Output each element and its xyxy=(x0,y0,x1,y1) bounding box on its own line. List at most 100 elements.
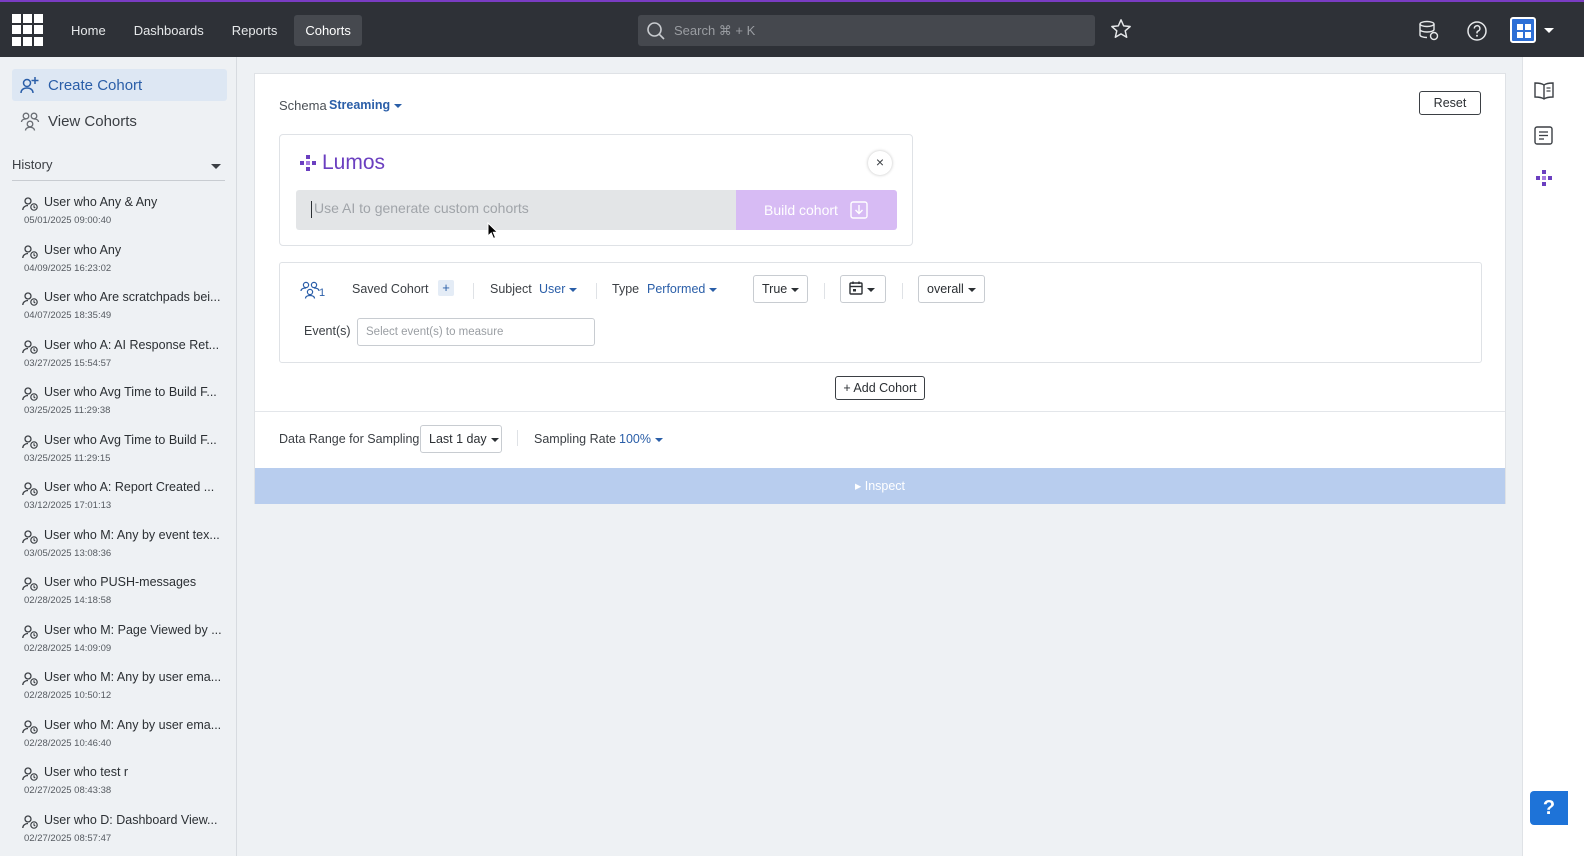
help-icon[interactable] xyxy=(1466,20,1488,42)
history-item[interactable]: User who M: Any by user ema... 02/28/2025… xyxy=(22,670,222,718)
notes-icon[interactable] xyxy=(1533,125,1555,147)
nav-reports[interactable]: Reports xyxy=(221,15,289,46)
user-history-icon xyxy=(22,577,38,591)
calendar-icon xyxy=(849,281,863,295)
top-bar: Home Dashboards Reports Cohorts Search ⌘… xyxy=(0,0,1584,57)
users-group-icon xyxy=(20,112,40,131)
schema-label: Schema xyxy=(279,98,327,113)
book-icon[interactable] xyxy=(1533,81,1555,101)
search-icon xyxy=(647,22,665,40)
star-icon[interactable] xyxy=(1110,18,1132,40)
nav-cohorts[interactable]: Cohorts xyxy=(294,15,362,46)
ai-prompt-input[interactable]: Use AI to generate custom cohorts xyxy=(296,190,736,230)
history-item[interactable]: User who Are scratchpads bei... 04/07/202… xyxy=(22,290,222,338)
sampling-range-dropdown[interactable]: Last 1 day xyxy=(420,425,502,453)
subject-dropdown[interactable]: User xyxy=(539,282,578,296)
history-item[interactable]: User who PUSH-messages 02/28/2025 14:18:5… xyxy=(22,575,222,623)
reset-button[interactable]: Reset xyxy=(1419,91,1481,115)
events-select[interactable]: Select event(s) to measure xyxy=(357,318,595,346)
history-header[interactable]: History xyxy=(12,157,225,181)
add-saved-cohort-button[interactable]: + xyxy=(438,280,454,296)
lumos-logo-icon xyxy=(300,155,316,171)
history-item[interactable]: User who Any 04/09/2025 16:23:02 xyxy=(22,243,222,291)
caret-down-icon xyxy=(791,287,800,292)
cohort-count: 1 xyxy=(319,287,326,299)
user-history-icon xyxy=(22,197,38,211)
history-item-title: User who test r xyxy=(44,765,129,779)
history-item-date: 03/12/2025 17:01:13 xyxy=(24,500,112,511)
caret-down-icon xyxy=(967,287,976,292)
history-item-title: User who Avg Time to Build F... xyxy=(44,432,217,447)
database-settings-icon[interactable] xyxy=(1418,20,1440,42)
history-item[interactable]: User who A: Report Created ... 03/12/2025… xyxy=(22,480,222,528)
history-item-title: User who D: Dashboard View... xyxy=(44,812,218,827)
history-item[interactable]: User who M: Any by user ema... 02/28/2025… xyxy=(22,718,222,766)
history-label: History xyxy=(12,157,53,172)
add-user-icon xyxy=(20,77,39,94)
user-history-icon xyxy=(22,339,38,354)
history-item-title: User who A: Report Created ... xyxy=(44,480,215,494)
chevron-down-icon[interactable] xyxy=(1544,28,1554,33)
user-history-icon xyxy=(22,482,38,496)
divider xyxy=(596,283,597,299)
subject-label: Subject xyxy=(490,282,532,296)
lumos-icon[interactable] xyxy=(1536,170,1552,186)
history-item-date: 02/27/2025 08:57:47 xyxy=(24,832,112,844)
schema-dropdown[interactable]: Streaming xyxy=(329,98,403,112)
help-button[interactable]: ? xyxy=(1530,791,1568,825)
inspect-button[interactable]: ▸ Inspect xyxy=(255,468,1505,504)
history-item-date: 05/01/2025 09:00:40 xyxy=(24,215,112,226)
history-item[interactable]: User who M: Page Viewed by ... 02/28/2025… xyxy=(22,623,222,671)
type-dropdown[interactable]: Performed xyxy=(647,282,718,296)
history-item[interactable]: User who A: AI Response Ret... 03/27/2025… xyxy=(22,338,222,386)
create-cohort-button[interactable]: Create Cohort xyxy=(12,69,227,101)
view-cohorts-label: View Cohorts xyxy=(48,112,137,130)
chevron-down-icon xyxy=(211,164,221,169)
right-rail xyxy=(1522,57,1584,856)
history-item[interactable]: User who D: Dashboard View... 02/27/2025 … xyxy=(22,813,222,856)
cohort-users-icon xyxy=(300,281,320,299)
nav-dashboards[interactable]: Dashboards xyxy=(123,15,215,46)
add-cohort-button[interactable]: + Add Cohort xyxy=(835,376,925,400)
history-item-date: 03/25/2025 11:29:38 xyxy=(24,405,111,416)
search-input[interactable]: Search ⌘ + K xyxy=(638,15,1095,46)
history-list: User who Any & Any 05/01/2025 09:00:40 Use… xyxy=(22,195,222,856)
history-item-title: User who Any xyxy=(44,242,122,257)
history-item[interactable]: User who Avg Time to Build F... 03/25/202… xyxy=(22,433,222,481)
sampling-rate-dropdown[interactable]: 100% xyxy=(619,432,663,446)
history-item-date: 03/27/2025 15:54:57 xyxy=(24,357,112,369)
sidebar: Create Cohort View Cohorts History User … xyxy=(0,57,237,856)
sampling-rate-value: 100% xyxy=(619,432,651,446)
user-history-icon xyxy=(22,387,38,401)
truth-dropdown[interactable]: True xyxy=(753,275,809,303)
caret-down-icon xyxy=(867,287,875,292)
subject-value: User xyxy=(539,282,566,296)
aggregation-dropdown[interactable]: overall xyxy=(918,275,985,303)
user-history-icon xyxy=(22,672,38,686)
date-range-dropdown[interactable] xyxy=(840,275,886,303)
section-divider xyxy=(255,411,1505,412)
close-icon[interactable]: × xyxy=(868,151,892,175)
sampling-range-label: Data Range for Sampling xyxy=(279,432,420,446)
ai-prompt-placeholder: Use AI to generate custom cohorts xyxy=(314,200,529,216)
caret-down-icon xyxy=(709,287,718,292)
history-item[interactable]: User who Any & Any 05/01/2025 09:00:40 xyxy=(22,195,222,243)
build-cohort-button[interactable]: Build cohort xyxy=(736,190,897,230)
truth-value: True xyxy=(762,282,788,296)
history-item[interactable]: User who Avg Time to Build F... 03/25/202… xyxy=(22,385,222,433)
view-cohorts-button[interactable]: View Cohorts xyxy=(12,105,227,137)
history-item-title: User who Are scratchpads bei... xyxy=(44,290,221,304)
history-item-date: 04/09/2025 16:23:02 xyxy=(24,262,112,274)
caret-down-icon xyxy=(490,437,499,442)
create-cohort-label: Create Cohort xyxy=(48,76,143,94)
nav-home[interactable]: Home xyxy=(60,15,117,46)
sampling-range-value: Last 1 day xyxy=(429,432,487,446)
user-history-icon xyxy=(22,529,38,544)
history-item[interactable]: User who test r 02/27/2025 08:43:38 xyxy=(22,765,222,813)
history-item[interactable]: User who M: Any by event tex... 03/05/202… xyxy=(22,528,222,576)
app-launcher-icon[interactable] xyxy=(12,14,44,46)
search-placeholder: Search ⌘ + K xyxy=(674,23,756,38)
workspace-avatar[interactable] xyxy=(1510,17,1536,43)
caret-down-icon xyxy=(569,287,578,292)
text-cursor xyxy=(311,201,312,218)
